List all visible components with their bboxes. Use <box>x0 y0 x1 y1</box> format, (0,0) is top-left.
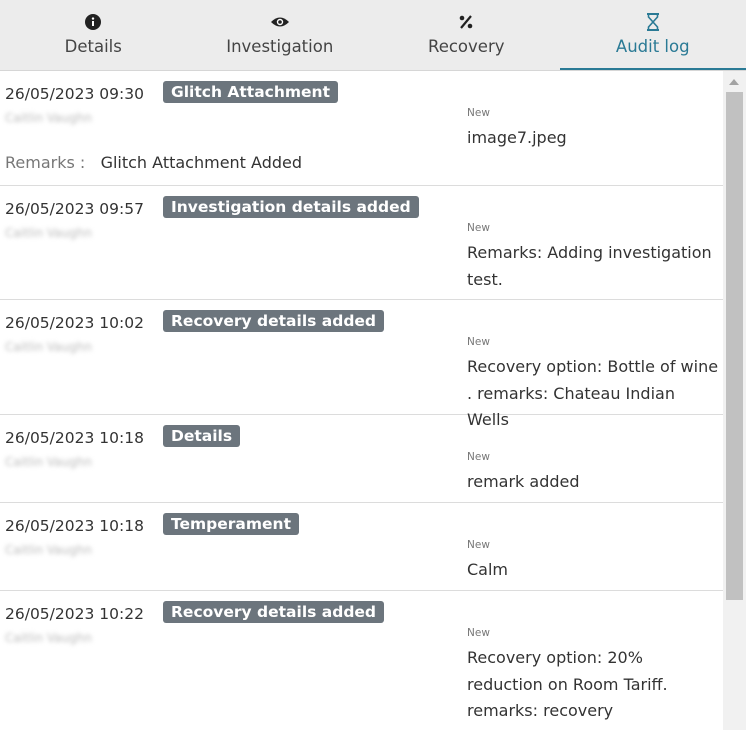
eye-icon <box>270 11 290 33</box>
tab-bar: Details Investigation Recovery Audit log <box>0 0 746 71</box>
new-value-text: Calm <box>467 560 509 579</box>
new-value-label: New <box>467 627 490 639</box>
entry-action-badge: Glitch Attachment <box>163 81 338 103</box>
entry-action-badge: Temperament <box>163 513 299 535</box>
entry-timestamp: 26/05/2023 10:22 <box>5 605 144 623</box>
entry-timestamp: 26/05/2023 09:30 <box>5 85 144 103</box>
audit-entry: 26/05/2023 09:30 Glitch Attachment Caitl… <box>0 71 723 186</box>
new-value-label: New <box>467 336 490 348</box>
audit-entry: 26/05/2023 10:18 Details Caitlin Vaughn … <box>0 415 723 503</box>
hourglass-icon <box>646 11 660 33</box>
new-value-text: remark added <box>467 472 580 491</box>
new-value-text: Remarks: Adding investigation test. <box>467 243 712 289</box>
entry-user: Caitlin Vaughn <box>5 455 92 469</box>
audit-log-list: 26/05/2023 09:30 Glitch Attachment Caitl… <box>0 71 723 730</box>
scrollbar-thumb[interactable] <box>726 92 743 600</box>
new-value-label: New <box>467 539 490 551</box>
entry-timestamp: 26/05/2023 10:18 <box>5 429 144 447</box>
new-value-label: New <box>467 451 490 463</box>
entry-action-badge: Recovery details added <box>163 601 385 623</box>
entry-action-badge: Recovery details added <box>163 310 385 332</box>
vertical-scrollbar[interactable] <box>723 71 746 730</box>
new-value-label: New <box>467 222 490 234</box>
audit-entry: 26/05/2023 10:18 Temperament Caitlin Vau… <box>0 503 723 591</box>
tab-label: Recovery <box>427 37 505 56</box>
percent-icon <box>458 11 474 33</box>
audit-entry: 26/05/2023 10:02 Recovery details added … <box>0 300 723 429</box>
entry-action-badge: Details <box>163 425 241 447</box>
audit-entry: 26/05/2023 10:22 Recovery details added … <box>0 591 723 730</box>
tab-details[interactable]: Details <box>0 0 187 70</box>
new-value-text: Recovery option: 20% reduction on Room T… <box>467 648 668 720</box>
entry-user: Caitlin Vaughn <box>5 111 92 125</box>
remarks-label: Remarks : <box>5 153 86 172</box>
info-icon <box>85 11 102 33</box>
tab-label: Investigation <box>226 37 334 56</box>
entry-user: Caitlin Vaughn <box>5 340 92 354</box>
tab-label: Details <box>64 37 122 56</box>
new-value-label: New <box>467 107 490 119</box>
entry-user: Caitlin Vaughn <box>5 631 92 645</box>
entry-timestamp: 26/05/2023 09:57 <box>5 200 144 218</box>
remarks-text: Glitch Attachment Added <box>100 153 303 172</box>
new-value-text: image7.jpeg <box>467 128 567 147</box>
entry-user: Caitlin Vaughn <box>5 226 92 240</box>
entry-timestamp: 26/05/2023 10:18 <box>5 517 144 535</box>
tab-investigation[interactable]: Investigation <box>187 0 374 70</box>
entry-remarks: Remarks : Glitch Attachment Added <box>5 153 302 172</box>
entry-action-badge: Investigation details added <box>163 196 419 218</box>
entry-timestamp: 26/05/2023 10:02 <box>5 314 144 332</box>
tab-audit-log[interactable]: Audit log <box>559 0 746 70</box>
audit-entry: 26/05/2023 09:57 Investigation details a… <box>0 186 723 300</box>
scroll-up-arrow-icon[interactable] <box>729 79 739 85</box>
tab-recovery[interactable]: Recovery <box>373 0 560 70</box>
entry-user: Caitlin Vaughn <box>5 543 92 557</box>
tab-label: Audit log <box>615 37 690 56</box>
